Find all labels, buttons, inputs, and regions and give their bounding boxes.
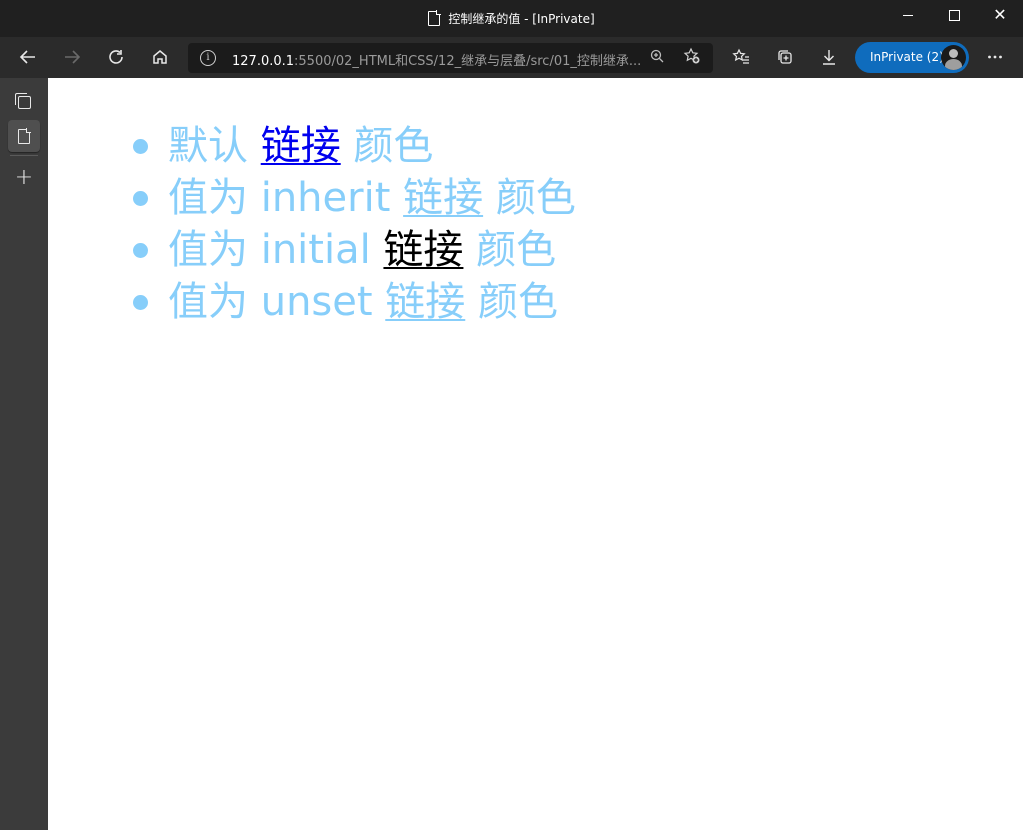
inprivate-profile-button[interactable]: InPrivate (2) — [855, 42, 969, 73]
link-inherit[interactable]: 链接 — [403, 175, 483, 221]
more-menu-button[interactable] — [979, 41, 1011, 73]
sidebar-divider — [10, 155, 38, 156]
item-text-before: 值为 inherit — [168, 175, 404, 221]
window-title: 控制继承的值 - [InPrivate] — [0, 10, 1023, 27]
bullet-icon — [133, 139, 148, 154]
bullet-icon — [133, 191, 148, 206]
forward-button[interactable] — [56, 41, 88, 73]
item-text-after: 颜色 — [483, 175, 576, 221]
list-item: 值为 unset 链接 颜色 — [133, 276, 576, 328]
collections-button[interactable] — [769, 41, 801, 73]
browser-toolbar: i 127.0.0.1:5500/02_HTML和CSS/12_继承与层叠/sr… — [0, 37, 1023, 78]
new-tab-button[interactable]: + — [8, 162, 40, 194]
item-text-before: 默认 — [168, 123, 261, 169]
profile-label: InPrivate (2) — [870, 50, 944, 64]
window-controls: ✕ — [885, 0, 1023, 30]
item-text-after: 颜色 — [463, 227, 557, 273]
bullet-icon — [133, 243, 148, 258]
page-icon — [428, 10, 442, 26]
address-text[interactable]: 127.0.0.1:5500/02_HTML和CSS/12_继承与层叠/src/… — [232, 50, 641, 69]
collections-icon — [778, 50, 792, 64]
favorites-icon — [732, 48, 749, 64]
maximize-button[interactable] — [931, 0, 977, 30]
link-initial[interactable]: 链接 — [383, 227, 463, 273]
address-path: :5500/02_HTML和CSS/12_继承与层叠/src/01_控制继承..… — [294, 54, 642, 69]
item-text-before: 值为 initial — [168, 227, 384, 273]
avatar-icon — [941, 45, 966, 70]
title-bar: 控制继承的值 - [InPrivate] ✕ — [0, 0, 1023, 37]
page-content: 默认 链接 颜色 值为 inherit 链接 颜色 值为 initial 链接 … — [48, 78, 1023, 830]
close-icon: ✕ — [993, 5, 1007, 24]
site-info-icon[interactable]: i — [200, 50, 216, 66]
bullet-icon — [133, 295, 148, 310]
demo-list: 默认 链接 颜色 值为 inherit 链接 颜色 值为 initial 链接 … — [48, 120, 576, 328]
current-tab-button[interactable] — [8, 120, 40, 152]
refresh-button[interactable] — [100, 41, 132, 73]
favorites-button[interactable] — [725, 41, 757, 73]
list-item: 值为 initial 链接 颜色 — [133, 224, 576, 276]
more-icon — [988, 55, 1002, 59]
minimize-icon — [903, 14, 913, 16]
address-bar[interactable]: i 127.0.0.1:5500/02_HTML和CSS/12_继承与层叠/sr… — [188, 43, 713, 73]
browser-window: 控制继承的值 - [InPrivate] ✕ i 127.0.0.1:5500/… — [0, 0, 1023, 830]
refresh-icon — [109, 50, 123, 64]
home-button[interactable] — [144, 41, 176, 73]
minimize-button[interactable] — [885, 0, 931, 30]
item-text-after: 颜色 — [340, 123, 434, 169]
link-default[interactable]: 链接 — [261, 123, 341, 169]
list-item: 值为 inherit 链接 颜色 — [133, 172, 576, 224]
link-unset[interactable]: 链接 — [385, 279, 465, 325]
item-text-before: 值为 unset — [168, 279, 386, 325]
home-icon — [153, 50, 167, 64]
tab-actions-button[interactable] — [8, 86, 40, 118]
plus-icon: + — [14, 165, 34, 190]
address-host: 127.0.0.1 — [232, 54, 295, 69]
tabs-icon — [14, 92, 31, 109]
download-icon — [823, 50, 835, 65]
downloads-button[interactable] — [813, 41, 845, 73]
forward-arrow-icon — [65, 50, 81, 64]
close-button[interactable]: ✕ — [977, 0, 1023, 30]
maximize-icon — [948, 9, 960, 21]
zoom-icon[interactable] — [650, 49, 665, 68]
back-button[interactable] — [12, 41, 44, 73]
add-favorite-icon[interactable] — [683, 47, 701, 69]
item-text-after: 颜色 — [465, 279, 558, 325]
vertical-tabs-sidebar: + — [0, 78, 48, 830]
window-title-text: 控制继承的值 - [InPrivate] — [448, 12, 595, 26]
back-arrow-icon — [19, 50, 35, 64]
list-item: 默认 链接 颜色 — [133, 120, 576, 172]
document-icon — [18, 127, 31, 144]
